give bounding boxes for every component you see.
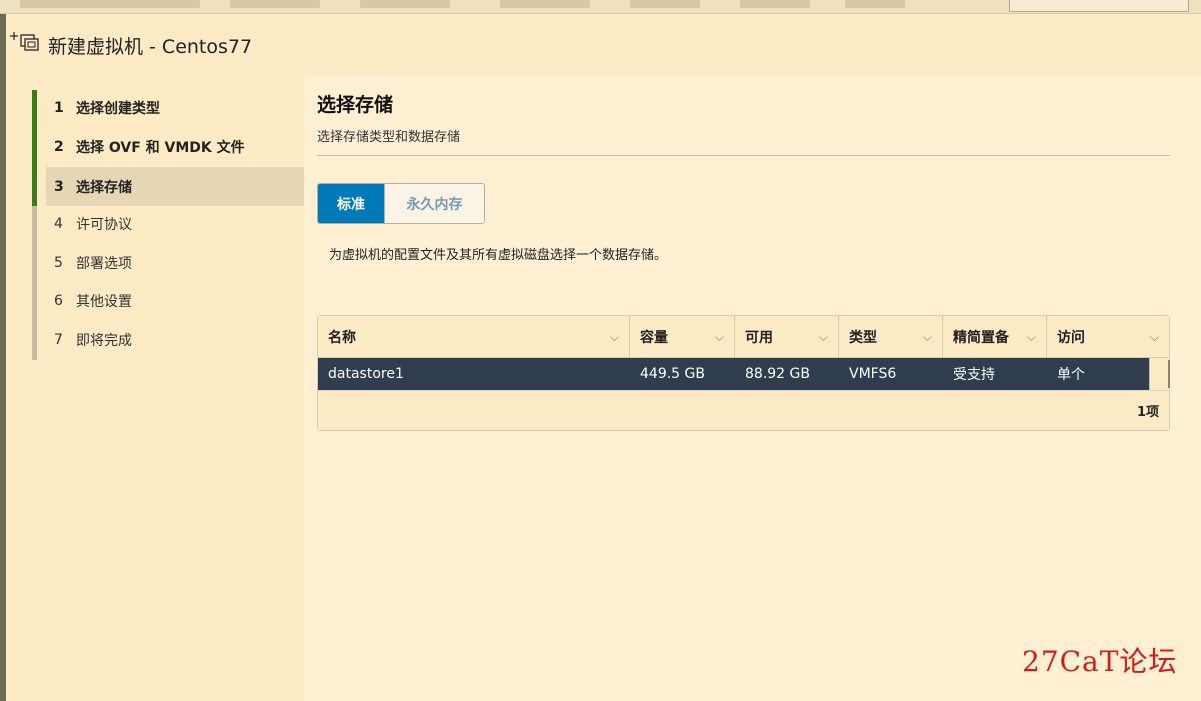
wizard-steps-nav: 1 选择创建类型 2 选择 OVF 和 VMDK 文件 3 选择存储 4 许可协… [32, 76, 304, 701]
column-header-type[interactable]: 类型 ⌵ [839, 316, 943, 358]
new-vm-icon [10, 32, 39, 51]
step-number: 7 [54, 331, 63, 348]
chevron-down-icon[interactable]: ⌵ [610, 330, 619, 345]
step-label: 选择存储 [76, 179, 132, 196]
steps-completed-bar [32, 90, 37, 206]
step-label: 选择创建类型 [76, 100, 160, 117]
step-number: 6 [54, 292, 63, 309]
parent-toolbar-strip [0, 0, 1201, 14]
column-label: 可用 [745, 330, 773, 346]
step-number: 2 [54, 138, 64, 155]
chevron-down-icon[interactable]: ⌵ [1027, 330, 1036, 345]
cell-name: datastore1 [328, 366, 404, 382]
step-label: 即将完成 [76, 332, 132, 349]
toolbar-ghost [500, 0, 590, 8]
step-label: 其他设置 [76, 293, 132, 310]
cell-type: VMFS6 [849, 366, 897, 382]
step-number: 4 [54, 215, 63, 232]
search-input[interactable] [1009, 0, 1189, 12]
wizard-step-2[interactable]: 2 选择 OVF 和 VMDK 文件 [46, 127, 304, 166]
wizard-content: 选择存储 选择存储类型和数据存储 标准 永久内存 为虚拟机的配置文件及其所有虚拟… [304, 76, 1201, 701]
column-label: 类型 [849, 330, 877, 346]
scrollbar-thumb[interactable] [1168, 360, 1170, 388]
wizard-step-4[interactable]: 4 许可协议 [46, 204, 304, 243]
step-number: 1 [54, 99, 64, 116]
chevron-down-icon[interactable]: ⌵ [819, 330, 828, 345]
cell-capacity: 449.5 GB [640, 366, 705, 382]
step-number: 3 [54, 178, 64, 195]
cell-access: 单个 [1057, 367, 1085, 383]
column-label: 访问 [1057, 330, 1085, 346]
grid-footer-count: 1项 [318, 390, 1169, 430]
toolbar-ghost [630, 0, 700, 8]
toolbar-ghost [230, 0, 320, 8]
step-label: 部署选项 [76, 255, 132, 272]
datastore-grid: 名称 ⌵ 容量 ⌵ 可用 ⌵ 类型 ⌵ 精简置备 ⌵ 访问 ⌵ datastor… [317, 315, 1170, 431]
column-label: 精简置备 [953, 330, 1009, 346]
chevron-down-icon[interactable]: ⌵ [715, 330, 724, 345]
wizard-step-5[interactable]: 5 部署选项 [46, 243, 304, 282]
wizard-step-6[interactable]: 6 其他设置 [46, 281, 304, 320]
grid-header: 名称 ⌵ 容量 ⌵ 可用 ⌵ 类型 ⌵ 精简置备 ⌵ 访问 ⌵ [318, 316, 1169, 358]
step-label: 选择 OVF 和 VMDK 文件 [76, 139, 245, 156]
column-label: 容量 [640, 330, 668, 346]
column-header-free[interactable]: 可用 ⌵ [735, 316, 839, 358]
grid-scrollbar[interactable] [1149, 358, 1170, 390]
tab-standard[interactable]: 标准 [318, 184, 384, 223]
page-title: 选择存储 [317, 94, 394, 116]
chevron-down-icon[interactable]: ⌵ [923, 330, 932, 345]
column-header-capacity[interactable]: 容量 ⌵ [630, 316, 735, 358]
wizard-step-3[interactable]: 3 选择存储 [46, 167, 304, 206]
tab-persistent-memory[interactable]: 永久内存 [384, 184, 484, 223]
toolbar-ghost [20, 0, 200, 8]
page-subtitle: 选择存储类型和数据存储 [317, 130, 461, 145]
step-label: 许可协议 [76, 216, 132, 233]
table-row-selected[interactable]: datastore1 449.5 GB 88.92 GB VMFS6 受支持 单… [318, 358, 1149, 390]
column-label: 名称 [328, 330, 356, 346]
column-header-name[interactable]: 名称 ⌵ [318, 316, 630, 358]
step-number: 5 [54, 254, 63, 271]
steps-progress-rail [32, 90, 37, 360]
dialog-title: 新建虚拟机 - Centos77 [48, 36, 253, 58]
watermark-text: 27CaT论坛 [1022, 645, 1178, 678]
toolbar-ghost [845, 0, 905, 8]
wizard-step-7[interactable]: 7 即将完成 [46, 320, 304, 359]
wizard-step-1[interactable]: 1 选择创建类型 [46, 88, 304, 127]
new-vm-dialog: 新建虚拟机 - Centos77 1 选择创建类型 2 选择 OVF 和 VMD… [6, 14, 1201, 701]
storage-type-toggle: 标准 永久内存 [317, 183, 485, 224]
chevron-down-icon[interactable]: ⌵ [1150, 330, 1159, 345]
dialog-header: 新建虚拟机 - Centos77 [6, 14, 1201, 76]
column-header-thin-provisioning[interactable]: 精简置备 ⌵ [943, 316, 1047, 358]
cell-free: 88.92 GB [745, 366, 810, 382]
cell-thin-provisioning: 受支持 [953, 367, 995, 383]
toolbar-ghost [360, 0, 450, 8]
column-header-access[interactable]: 访问 ⌵ [1047, 316, 1169, 358]
divider [317, 155, 1170, 156]
toolbar-ghost [740, 0, 810, 8]
instruction-text: 为虚拟机的配置文件及其所有虚拟磁盘选择一个数据存储。 [329, 248, 668, 263]
